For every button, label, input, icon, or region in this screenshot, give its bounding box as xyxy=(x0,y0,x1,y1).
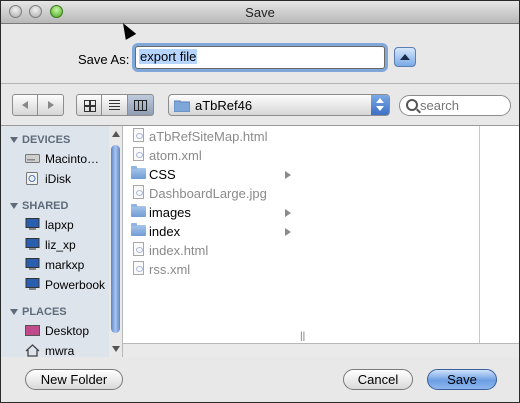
save-button[interactable]: Save xyxy=(427,369,497,390)
document-icon xyxy=(133,261,144,275)
button-bar: New Folder Cancel Save xyxy=(1,357,519,402)
forward-arrow-icon xyxy=(48,101,54,109)
window-title: Save xyxy=(245,5,275,20)
folder-icon xyxy=(131,223,146,236)
divider xyxy=(1,83,519,84)
sidebar-item-macintosh-hd[interactable]: Macinto… xyxy=(25,150,109,168)
new-folder-button[interactable]: New Folder xyxy=(25,369,123,390)
sidebar-scrollbar[interactable] xyxy=(109,126,123,357)
network-computer-icon xyxy=(25,258,40,270)
document-icon xyxy=(133,128,144,142)
sidebar-item-home[interactable]: mwra xyxy=(25,342,109,357)
search-field[interactable] xyxy=(399,95,511,116)
forward-button[interactable] xyxy=(38,94,64,116)
disclosure-triangle-icon xyxy=(10,309,18,315)
search-input[interactable] xyxy=(420,97,505,114)
file-row[interactable]: atom.xml xyxy=(123,146,297,165)
empty-column xyxy=(309,126,479,343)
column-view-icon xyxy=(134,100,147,111)
document-icon xyxy=(133,147,144,161)
list-view-button[interactable] xyxy=(102,94,128,116)
file-row[interactable]: aTbRefSiteMap.html xyxy=(123,127,297,146)
sidebar: DEVICES Macinto… iDisk SHARED lapxp liz_… xyxy=(1,126,110,357)
disclosure-triangle-icon xyxy=(10,137,18,143)
file-row[interactable]: DashboardLarge.jpg xyxy=(123,184,297,203)
sidebar-section-places[interactable]: PLACES xyxy=(10,306,67,318)
title-bar: Save xyxy=(1,1,519,24)
file-row[interactable]: rss.xml xyxy=(123,260,297,279)
folder-row[interactable]: images xyxy=(123,203,297,222)
file-browser: DEVICES Macinto… iDisk SHARED lapxp liz_… xyxy=(1,125,519,358)
sidebar-section-shared[interactable]: SHARED xyxy=(10,200,68,212)
idisk-icon xyxy=(26,172,38,185)
back-button[interactable] xyxy=(12,94,38,116)
empty-column xyxy=(479,126,519,343)
chevron-right-icon xyxy=(285,209,291,217)
network-computer-icon xyxy=(25,238,40,250)
triangle-up-icon xyxy=(400,54,410,60)
save-as-label: Save As: xyxy=(78,52,130,67)
collapse-browser-button[interactable] xyxy=(394,47,416,67)
column-view-button[interactable] xyxy=(128,94,154,116)
chevron-right-icon xyxy=(285,228,291,236)
document-icon xyxy=(133,185,144,199)
folder-icon xyxy=(131,166,146,179)
icon-view-icon xyxy=(84,100,96,112)
sidebar-item-powerbook[interactable]: Powerbook xyxy=(25,276,109,294)
sidebar-item-liz-xp[interactable]: liz_xp xyxy=(25,236,109,254)
chevron-right-icon xyxy=(285,171,291,179)
folder-icon xyxy=(174,100,190,112)
scroll-down-arrow-icon[interactable] xyxy=(112,346,120,352)
list-view-icon xyxy=(109,100,120,112)
network-computer-icon xyxy=(25,278,40,290)
file-row[interactable]: index.html xyxy=(123,241,297,260)
file-column: aTbRefSiteMap.html atom.xml CSS Dashboar… xyxy=(123,126,298,343)
folder-row[interactable]: index xyxy=(123,222,297,241)
save-dialog: Save Save As: export file aTbRef46 DEVIC… xyxy=(0,0,520,403)
sidebar-item-desktop[interactable]: Desktop xyxy=(25,322,109,340)
cancel-button[interactable]: Cancel xyxy=(343,369,413,390)
column-resize-handle[interactable]: || xyxy=(297,126,309,343)
hard-drive-icon xyxy=(25,154,40,163)
folder-icon xyxy=(131,204,146,217)
popup-arrows-icon xyxy=(371,95,389,115)
resize-grip-icon: || xyxy=(300,331,306,342)
home-icon xyxy=(25,344,40,357)
icon-view-button[interactable] xyxy=(76,94,102,116)
save-as-field[interactable]: export file xyxy=(135,46,385,69)
disclosure-triangle-icon xyxy=(10,203,18,209)
sidebar-item-markxp[interactable]: markxp xyxy=(25,256,109,274)
sidebar-section-devices[interactable]: DEVICES xyxy=(10,134,70,146)
sidebar-item-idisk[interactable]: iDisk xyxy=(25,170,109,188)
horizontal-scrollbar[interactable] xyxy=(123,343,519,358)
sidebar-item-lapxp[interactable]: lapxp xyxy=(25,216,109,234)
back-arrow-icon xyxy=(22,101,28,109)
location-popup[interactable]: aTbRef46 xyxy=(168,94,390,116)
folder-row[interactable]: CSS xyxy=(123,165,297,184)
scroll-up-arrow-icon[interactable] xyxy=(112,131,120,137)
search-icon xyxy=(406,99,418,111)
network-computer-icon xyxy=(25,218,40,230)
desktop-icon xyxy=(25,325,40,336)
save-as-value: export file xyxy=(139,49,198,64)
scroll-thumb[interactable] xyxy=(111,145,120,333)
location-label: aTbRef46 xyxy=(195,98,253,113)
document-icon xyxy=(133,242,144,256)
